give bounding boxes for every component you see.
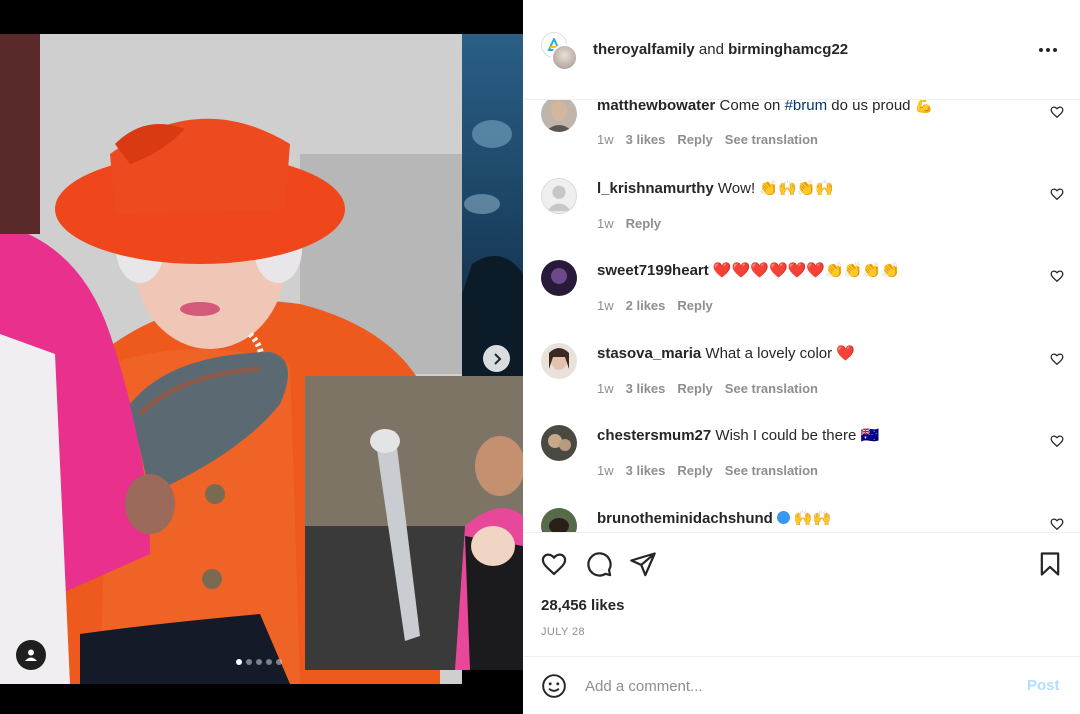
avatar[interactable]: [541, 260, 577, 296]
heart-icon[interactable]: [1050, 517, 1064, 531]
side-photo: [462, 34, 523, 376]
comment-username[interactable]: matthewbowater: [597, 100, 715, 114]
avatar: [551, 44, 578, 71]
author-username[interactable]: theroyalfamily: [593, 41, 695, 58]
avatar[interactable]: [541, 178, 577, 214]
comment-text: matthewbowater Come on #brum do us proud…: [597, 100, 933, 114]
comment-time: 1w: [597, 381, 614, 396]
post-panel: theroyalfamily and birminghamcg22 matthe…: [523, 0, 1080, 714]
author-joiner: and: [698, 41, 724, 58]
heart-icon[interactable]: [1050, 352, 1064, 366]
comment-meta: 1w 3 likes Reply See translation: [597, 463, 818, 478]
comment-time: 1w: [597, 463, 614, 478]
comment-time: 1w: [597, 216, 614, 231]
more-dots-icon: [1039, 48, 1043, 52]
comment-input[interactable]: [585, 675, 1005, 697]
comment-text: chestersmum27 Wish I could be there 🇦🇺: [597, 427, 880, 444]
heart-icon[interactable]: [1050, 269, 1064, 283]
comment-username[interactable]: brunotheminidachshund: [597, 510, 773, 527]
comment-likes[interactable]: 3 likes: [626, 381, 666, 396]
carousel-dot: [276, 659, 282, 665]
hashtag-link[interactable]: #brum: [785, 100, 828, 114]
comment-composer: Post: [523, 656, 1080, 714]
see-translation-button[interactable]: See translation: [725, 463, 818, 478]
avatar[interactable]: [541, 425, 577, 461]
carousel-dot: [266, 659, 272, 665]
post-date: JULY 28: [541, 626, 585, 638]
comment-bubble-icon[interactable]: [585, 550, 613, 578]
post-actions: 28,456 likes JULY 28: [523, 532, 1080, 656]
comment-meta: 1w 2 likes Reply: [597, 298, 713, 313]
verified-badge-icon: [776, 511, 790, 524]
chevron-right-icon: [493, 352, 501, 365]
media-bottom-border: [0, 684, 523, 714]
comment-username[interactable]: l_krishnamurthy: [597, 180, 714, 197]
comment-time: 1w: [597, 298, 614, 313]
avatar[interactable]: [541, 508, 577, 532]
media-top-border: [0, 0, 523, 34]
heart-icon[interactable]: [1050, 105, 1064, 119]
reply-button[interactable]: Reply: [626, 216, 661, 231]
user-icon: [25, 649, 37, 661]
reply-button[interactable]: Reply: [677, 132, 712, 147]
share-send-icon[interactable]: [629, 550, 657, 578]
collaborator-username[interactable]: birminghamcg22: [728, 41, 848, 58]
comment-text: brunotheminidachshund 🙌🙌: [597, 510, 832, 527]
avatar[interactable]: [541, 100, 577, 132]
comment-item: l_krishnamurthy Wow! 👏🙌👏🙌 1w Reply: [523, 178, 1080, 260]
more-options-button[interactable]: [1036, 40, 1060, 60]
post-media[interactable]: [0, 0, 523, 714]
likes-count[interactable]: 28,456 likes: [541, 597, 624, 614]
comment-username[interactable]: chestersmum27: [597, 427, 711, 444]
comment-likes[interactable]: 2 likes: [626, 298, 666, 313]
avatar[interactable]: [541, 343, 577, 379]
comment-likes[interactable]: 3 likes: [626, 132, 666, 147]
comment-text: stasova_maria What a lovely color ❤️: [597, 345, 855, 362]
heart-icon[interactable]: [1050, 434, 1064, 448]
carousel-next-button[interactable]: [483, 345, 510, 372]
comment-meta: 1w Reply: [597, 216, 661, 231]
comment-item: chestersmum27 Wish I could be there 🇦🇺 1…: [523, 425, 1080, 507]
emoji-icon[interactable]: [541, 673, 567, 699]
like-heart-icon[interactable]: [540, 550, 568, 578]
comment-likes[interactable]: 3 likes: [626, 463, 666, 478]
comment-time: 1w: [597, 132, 614, 147]
see-translation-button[interactable]: See translation: [725, 132, 818, 147]
reply-button[interactable]: Reply: [677, 298, 712, 313]
comments-list[interactable]: matthewbowater Come on #brum do us proud…: [523, 100, 1080, 532]
comment-item: sweet7199heart ❤️❤️❤️❤️❤️❤️👏👏👏👏 1w 2 lik…: [523, 260, 1080, 342]
post-header: theroyalfamily and birminghamcg22: [523, 0, 1080, 100]
comment-username[interactable]: stasova_maria: [597, 345, 701, 362]
tagged-users-button[interactable]: [16, 640, 46, 670]
carousel-dot: [236, 659, 242, 665]
bookmark-save-icon[interactable]: [1036, 550, 1064, 578]
reply-button[interactable]: Reply: [677, 463, 712, 478]
post-comment-button[interactable]: Post: [1027, 677, 1060, 694]
see-translation-button[interactable]: See translation: [725, 381, 818, 396]
comment-username[interactable]: sweet7199heart: [597, 262, 709, 279]
inset-photo: [305, 376, 523, 670]
comment-meta: 1w 3 likes Reply See translation: [597, 381, 818, 396]
carousel-dot: [246, 659, 252, 665]
comment-text: sweet7199heart ❤️❤️❤️❤️❤️❤️👏👏👏👏: [597, 262, 900, 279]
comment-item: brunotheminidachshund 🙌🙌: [523, 508, 1080, 532]
collab-avatars[interactable]: [541, 32, 581, 72]
comment-text: l_krishnamurthy Wow! 👏🙌👏🙌: [597, 180, 834, 197]
comment-item: matthewbowater Come on #brum do us proud…: [523, 100, 1080, 178]
post-author-names: theroyalfamily and birminghamcg22: [593, 41, 848, 58]
comment-item: stasova_maria What a lovely color ❤️ 1w …: [523, 343, 1080, 425]
carousel-dot: [256, 659, 262, 665]
comment-meta: 1w 3 likes Reply See translation: [597, 132, 818, 147]
reply-button[interactable]: Reply: [677, 381, 712, 396]
heart-icon[interactable]: [1050, 187, 1064, 201]
carousel-dots: [236, 659, 282, 665]
